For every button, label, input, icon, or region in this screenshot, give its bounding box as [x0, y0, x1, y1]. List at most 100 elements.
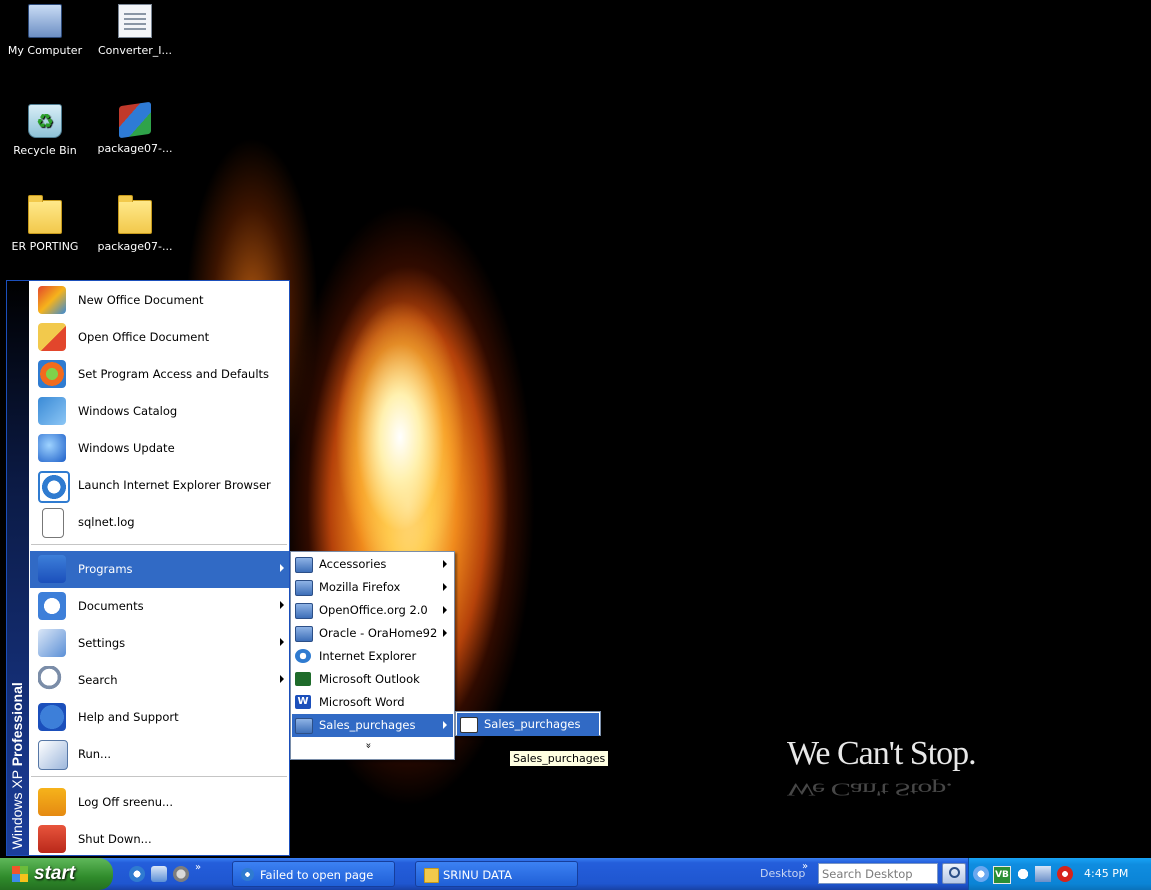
- submenu-arrow-icon: [443, 560, 447, 568]
- menu-separator: [31, 544, 287, 545]
- menu-item-shut-down[interactable]: Shut Down...: [30, 821, 289, 858]
- internet-explorer-icon: [241, 868, 254, 881]
- text-file-icon: [42, 508, 64, 538]
- submenu-item-microsoft-outlook[interactable]: Microsoft Outlook: [292, 668, 453, 691]
- menu-item-open-office-document[interactable]: Open Office Document: [30, 319, 289, 356]
- tray-back-arrow-icon[interactable]: [973, 866, 989, 882]
- desktop-icon-my-computer[interactable]: My Computer: [0, 4, 90, 57]
- quick-launch-internet-explorer-icon[interactable]: [129, 866, 145, 882]
- search-icon: [38, 666, 66, 694]
- program-group-icon: [295, 718, 313, 734]
- menu-item-programs[interactable]: Programs: [30, 551, 289, 588]
- menu-item-launch-internet-explorer[interactable]: Launch Internet Explorer Browser: [30, 467, 289, 504]
- shut-down-icon: [38, 825, 66, 853]
- tray-vb-icon[interactable]: VB: [993, 866, 1011, 884]
- menu-item-sqlnet-log[interactable]: sqlnet.log: [30, 504, 289, 541]
- shortcut-icon: [460, 717, 478, 733]
- submenu-item-label: Accessories: [319, 557, 387, 571]
- menu-item-label: Windows Catalog: [78, 404, 178, 418]
- menu-item-label: Search: [78, 673, 118, 687]
- program-group-icon: [295, 603, 313, 619]
- menu-item-search[interactable]: Search: [30, 662, 289, 699]
- menu-item-log-off[interactable]: Log Off sreenu...: [30, 784, 289, 821]
- quick-launch-media-player-icon[interactable]: [173, 866, 189, 882]
- menu-item-label: Settings: [78, 636, 126, 650]
- open-office-document-icon: [38, 323, 66, 351]
- menu-item-set-program-access[interactable]: Set Program Access and Defaults: [30, 356, 289, 393]
- desktop-icon-package-archive[interactable]: package07-...: [90, 101, 180, 155]
- windows-logo-icon: [12, 866, 28, 882]
- expand-more-chevron-icon[interactable]: »: [363, 741, 374, 751]
- submenu-item-label: Mozilla Firefox: [319, 580, 401, 594]
- quick-launch-show-desktop-icon[interactable]: [151, 866, 167, 882]
- desktop-toolbar-chevron-icon[interactable]: »: [802, 861, 808, 872]
- menu-item-label: sqlnet.log: [78, 515, 135, 529]
- menu-item-label: Documents: [78, 599, 144, 613]
- computer-icon: [28, 4, 62, 38]
- menu-item-run[interactable]: Run...: [30, 736, 289, 773]
- search-desktop-input[interactable]: Search Desktop: [818, 863, 938, 884]
- menu-item-label: Windows Update: [78, 441, 175, 455]
- menu-item-documents[interactable]: Documents: [30, 588, 289, 625]
- taskbar-button-label: SRINU DATA: [443, 868, 512, 882]
- submenu-item-sales-purchages-shortcut[interactable]: Sales_purchages: [457, 713, 599, 736]
- tray-clock[interactable]: 4:45 PM: [1084, 867, 1128, 880]
- menu-item-label: Set Program Access and Defaults: [78, 367, 270, 381]
- start-menu: Windows XP Professional New Office Docum…: [6, 280, 290, 856]
- desktop-icon-converter[interactable]: Converter_I...: [90, 4, 180, 57]
- system-tray: VB 4:45 PM: [968, 858, 1151, 890]
- wallpaper-flames-core: [300, 250, 500, 590]
- quick-launch-more-chevron-icon[interactable]: »: [195, 862, 201, 873]
- desktop-toolbar-label[interactable]: Desktop: [760, 867, 805, 880]
- search-go-button[interactable]: [942, 863, 966, 884]
- menu-item-label: Shut Down...: [78, 832, 152, 846]
- start-button[interactable]: start: [0, 858, 113, 890]
- desktop-icon-package-folder[interactable]: package07-...: [90, 194, 180, 253]
- submenu-arrow-icon: [443, 629, 447, 637]
- submenu-item-label: Internet Explorer: [319, 649, 417, 663]
- desktop-icon-label: Recycle Bin: [13, 144, 77, 157]
- desktop-icon-recycle-bin[interactable]: Recycle Bin: [0, 104, 90, 157]
- menu-item-help-and-support[interactable]: Help and Support: [30, 699, 289, 736]
- submenu-arrow-icon: [280, 638, 284, 646]
- submenu-item-oracle-orahome92[interactable]: Oracle - OraHome92: [292, 622, 453, 645]
- menu-item-label: Open Office Document: [78, 330, 210, 344]
- desktop-icon-label: package07-...: [97, 240, 173, 253]
- log-off-icon: [38, 788, 66, 816]
- documents-icon: [38, 592, 66, 620]
- menu-item-label: Run...: [78, 747, 112, 761]
- submenu-item-openoffice[interactable]: OpenOffice.org 2.0: [292, 599, 453, 622]
- menu-item-windows-catalog[interactable]: Windows Catalog: [30, 393, 289, 430]
- tray-network-icon[interactable]: [1035, 866, 1051, 882]
- start-button-label: start: [34, 863, 76, 884]
- menu-item-windows-update[interactable]: Windows Update: [30, 430, 289, 467]
- submenu-item-label: Microsoft Outlook: [319, 672, 420, 686]
- menu-item-settings[interactable]: Settings: [30, 625, 289, 662]
- banner-windows-xp: Windows XP: [9, 769, 25, 849]
- desktop-icon-er-porting[interactable]: ER PORTING: [0, 194, 90, 253]
- menu-item-label: Launch Internet Explorer Browser: [78, 478, 271, 492]
- programs-submenu: Accessories Mozilla Firefox OpenOffice.o…: [290, 551, 455, 760]
- banner-professional: Professional: [9, 681, 25, 766]
- submenu-arrow-icon: [443, 721, 447, 729]
- submenu-item-microsoft-word[interactable]: W Microsoft Word: [292, 691, 453, 714]
- tooltip: Sales_purchages: [509, 750, 610, 767]
- run-icon: [38, 740, 68, 770]
- wallpaper-slogan-reflection: We Can't Stop.: [787, 779, 952, 800]
- submenu-item-mozilla-firefox[interactable]: Mozilla Firefox: [292, 576, 453, 599]
- desktop-icon-label: ER PORTING: [11, 240, 79, 253]
- desktop-icon-label: My Computer: [7, 44, 83, 57]
- folder-icon: [424, 868, 439, 883]
- tray-security-shield-icon[interactable]: [1057, 866, 1073, 882]
- taskbar-button-srinu-data[interactable]: SRINU DATA: [415, 861, 578, 887]
- taskbar-button-label: Failed to open page: [260, 868, 374, 882]
- submenu-item-label: Microsoft Word: [319, 695, 405, 709]
- submenu-item-accessories[interactable]: Accessories: [292, 553, 453, 576]
- internet-explorer-icon: [38, 471, 70, 503]
- taskbar-button-failed-to-open-page[interactable]: Failed to open page: [232, 861, 395, 887]
- submenu-item-sales-purchages[interactable]: Sales_purchages: [292, 714, 453, 737]
- tray-messenger-icon[interactable]: [1015, 866, 1031, 882]
- menu-item-new-office-document[interactable]: New Office Document: [30, 282, 289, 319]
- submenu-item-internet-explorer[interactable]: Internet Explorer: [292, 645, 453, 668]
- winrar-archive-icon: [119, 101, 151, 139]
